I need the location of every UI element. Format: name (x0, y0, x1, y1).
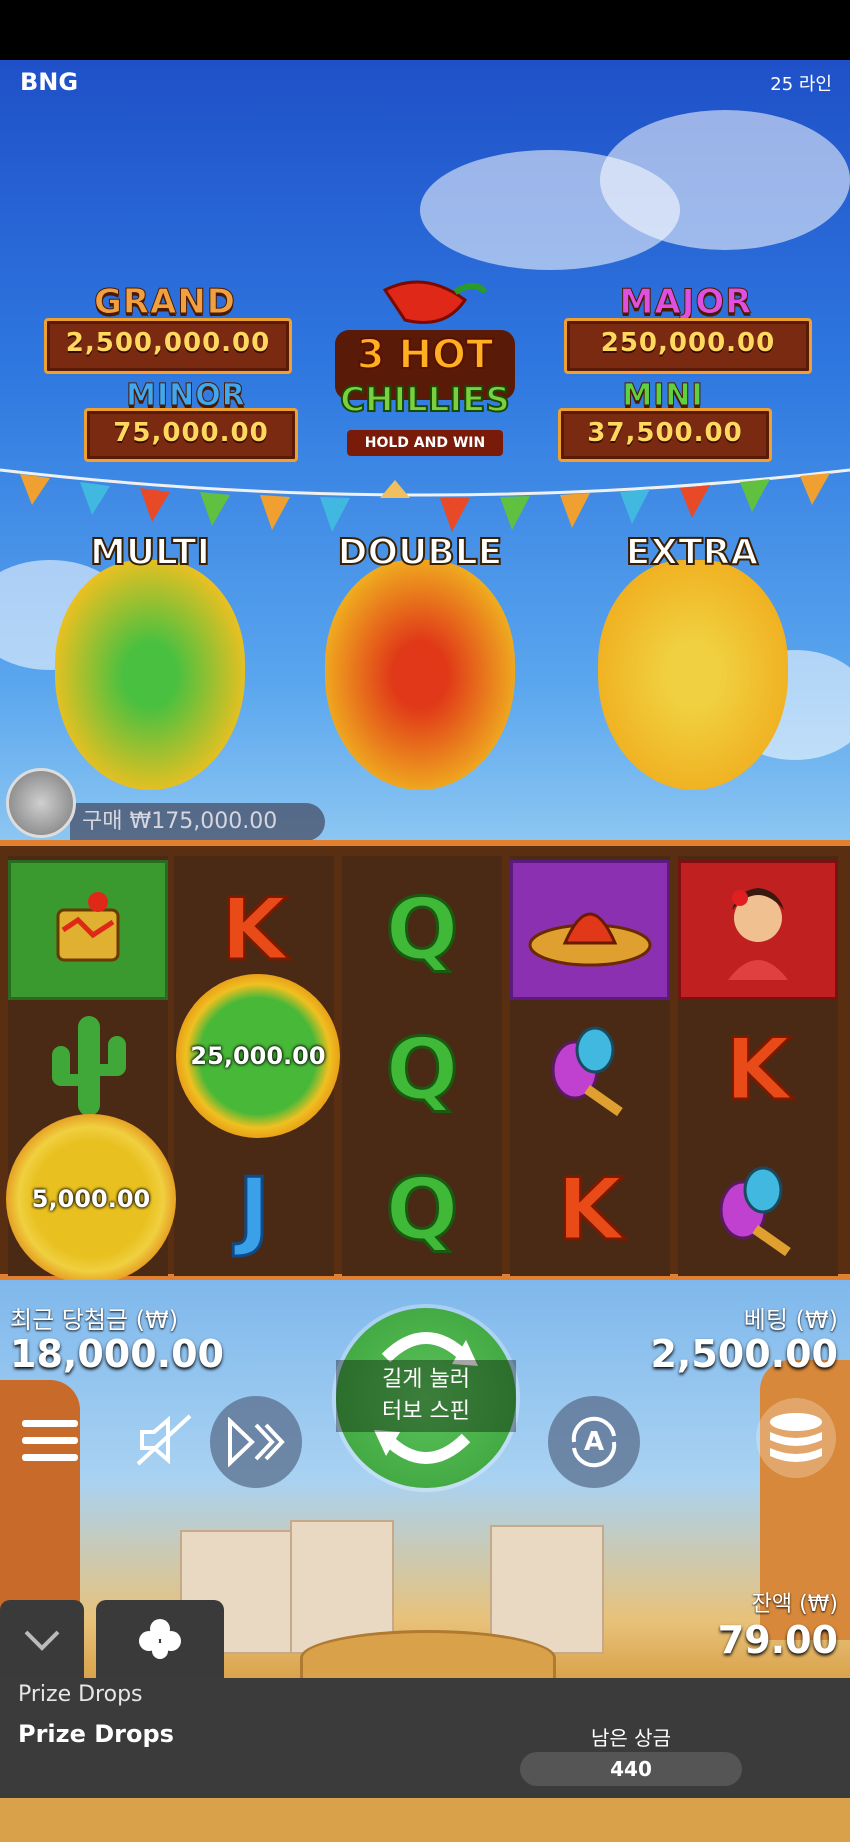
prize-drops-title: Prize Drops (18, 1720, 174, 1748)
game-logo: 3 HOT CHILLIES HOLD AND WIN (325, 270, 525, 460)
building (490, 1525, 604, 1654)
logo-title-line1: 3 HOT (356, 331, 495, 379)
prize-drops-tab[interactable] (96, 1600, 224, 1680)
balance-label: 잔액 (₩) (751, 1592, 838, 1617)
last-win-value: 18,000.00 (10, 1332, 224, 1376)
logo-tagline: HOLD AND WIN (347, 430, 503, 456)
jackpot-minor-value: 75,000.00 (113, 418, 269, 448)
bet-settings-button[interactable] (756, 1398, 836, 1478)
jackpot-grand-value: 2,500,000.00 (65, 328, 271, 358)
symbol-maracas-icon (510, 1000, 670, 1140)
reel-grid: K J Q Q Q K K 25,000.00 5,000.00 (0, 840, 850, 1284)
symbol-k: K (555, 1159, 625, 1262)
remaining-prizes-value: 440 (520, 1752, 742, 1786)
autoplay-label: A (583, 1427, 605, 1457)
accordion-icon (56, 892, 120, 962)
symbol-q: Q (384, 1159, 460, 1262)
jackpot-major-value: 250,000.00 (600, 328, 776, 358)
cash-coin-gold: 5,000.00 (6, 1114, 176, 1284)
paylines-count: 25 라인 (770, 74, 832, 95)
bunting-decoration (0, 468, 850, 532)
cash-coin-gold-value: 5,000.00 (31, 1185, 151, 1213)
autoplay-button[interactable]: A (548, 1396, 640, 1488)
cactus-icon (52, 1016, 126, 1116)
ground-strip (0, 1798, 850, 1842)
last-win-label: 최근 당첨금 (₩) (10, 1306, 179, 1334)
chevron-down-icon (24, 1630, 60, 1651)
jackpot-mini-box: 37,500.00 (558, 408, 772, 462)
balance-value: 79.00 (717, 1618, 838, 1662)
reel-4: K (510, 856, 670, 1276)
bet-label: 베팅 (₩) (743, 1306, 838, 1334)
fast-forward-icon (228, 1417, 285, 1467)
maracas-icon (719, 1166, 791, 1257)
prize-drops-subtitle: Prize Drops (18, 1682, 143, 1707)
clover-icon (139, 1619, 181, 1659)
jackpot-grand-title: GRAND (93, 282, 237, 323)
bet-value[interactable]: 2,500.00 (650, 1332, 838, 1376)
jackpot-minor-box: 75,000.00 (84, 408, 298, 462)
spin-hint-line2: 터보 스핀 (382, 1399, 470, 1424)
coins-icon (770, 1413, 822, 1462)
spin-hint: 길게 눌러 터보 스핀 (336, 1360, 516, 1432)
symbol-dancer-icon (678, 860, 838, 1000)
turbo-button[interactable] (210, 1396, 302, 1488)
status-bar (0, 0, 850, 60)
mute-icon (136, 1414, 192, 1466)
menu-button[interactable] (10, 1400, 90, 1480)
logo-title-line2: CHILLIES (339, 379, 511, 421)
spin-button[interactable]: 길게 눌러 터보 스핀 (336, 1308, 516, 1488)
cloud (600, 110, 850, 250)
buy-feature-icon[interactable] (6, 768, 76, 838)
feature-multi-cluster (55, 560, 245, 790)
symbol-sombrero-icon (510, 860, 670, 1000)
cash-coin-green-value: 25,000.00 (190, 1042, 326, 1070)
feature-extra-label: EXTRA (625, 531, 760, 574)
feature-double-cluster (325, 560, 515, 790)
symbol-k: K (723, 1019, 793, 1122)
sombrero-icon (528, 912, 652, 967)
dancer-icon (728, 888, 788, 980)
feature-double-label: DOUBLE (337, 531, 504, 574)
mute-button[interactable] (132, 1408, 196, 1472)
feature-extra-cluster (598, 560, 788, 790)
maracas-icon (551, 1026, 623, 1117)
symbol-q: Q (384, 879, 460, 982)
symbol-maracas-icon (678, 1140, 838, 1280)
reel-3: Q Q Q (342, 856, 502, 1276)
provider-logo: BNG (20, 68, 79, 96)
spin-hint-line1: 길게 눌러 (382, 1367, 470, 1392)
jackpot-major-title: MAJOR (619, 282, 753, 323)
menu-icon (22, 1419, 78, 1427)
jackpot-mini-value: 37,500.00 (587, 418, 743, 448)
jackpot-grand-box: 2,500,000.00 (44, 318, 292, 374)
buy-feature-button[interactable]: 구매 ₩175,000.00 (70, 803, 325, 841)
symbol-j: J (237, 1159, 272, 1262)
jackpot-major-box: 250,000.00 (564, 318, 812, 374)
feature-multi-label: MULTI (89, 531, 211, 574)
collapse-tab[interactable] (0, 1600, 84, 1680)
reel-5: K (678, 856, 838, 1276)
symbol-accordion-icon (8, 860, 168, 1000)
remaining-prizes-label: 남은 상금 (591, 1726, 671, 1750)
symbol-q: Q (384, 1019, 460, 1122)
cash-coin-green: 25,000.00 (176, 974, 340, 1138)
